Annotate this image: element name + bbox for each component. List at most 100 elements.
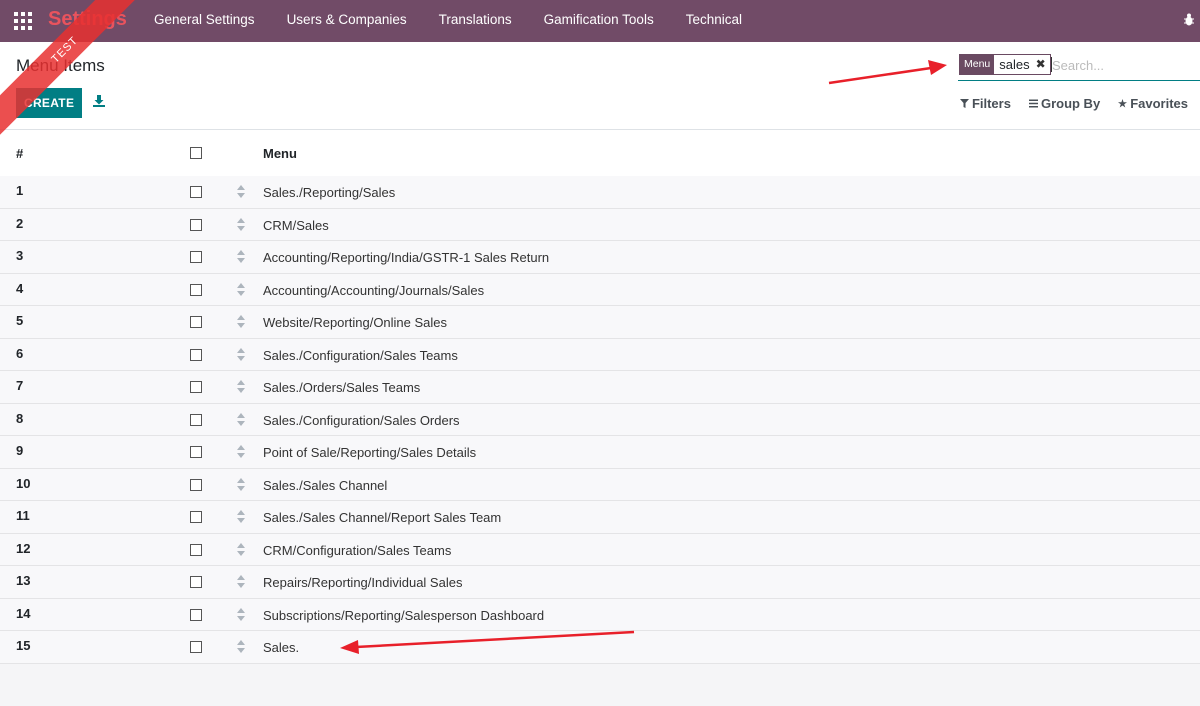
drag-handle-icon[interactable] [236, 575, 246, 588]
app-brand[interactable]: Settings [48, 8, 127, 31]
row-checkbox[interactable] [190, 478, 202, 491]
favorites-label: Favorites [1130, 96, 1188, 111]
row-sequence: 10 [16, 475, 31, 491]
table-row[interactable]: 5 Website/Reporting/Online Sales [0, 306, 1200, 339]
row-checkbox[interactable] [190, 283, 202, 296]
row-sequence: 2 [16, 215, 24, 231]
row-menu-path: Sales./Reporting/Sales [263, 185, 396, 200]
star-icon [1118, 99, 1128, 108]
row-checkbox-cell [190, 186, 202, 201]
main-menu: General Settings Users & Companies Trans… [138, 0, 758, 42]
bug-icon[interactable] [1184, 13, 1194, 27]
row-checkbox-cell [190, 608, 202, 624]
menu-general-settings[interactable]: General Settings [138, 0, 271, 42]
table-row[interactable]: 7 Sales./Orders/Sales Teams [0, 371, 1200, 404]
favorites-button[interactable]: Favorites [1118, 96, 1188, 111]
row-checkbox[interactable] [190, 381, 202, 393]
download-icon[interactable] [92, 94, 106, 108]
row-menu-path: Sales./Configuration/Sales Teams [263, 347, 458, 363]
row-checkbox[interactable] [190, 186, 202, 198]
row-menu-path: CRM/Configuration/Sales Teams [263, 542, 452, 558]
drag-handle-icon[interactable] [236, 250, 246, 263]
table-body: 1 Sales./Reporting/Sales 2 CRM/Sales 3 Accoun… [0, 176, 1200, 664]
row-checkbox[interactable] [190, 543, 202, 556]
row-sequence: 15 [16, 638, 31, 653]
table-row[interactable]: 12 CRM/Configuration/Sales Teams [0, 533, 1200, 566]
table-row[interactable]: 3 Accounting/Reporting/India/GSTR-1 Sales… [0, 241, 1200, 274]
menu-gamification-tools[interactable]: Gamification Tools [528, 0, 670, 42]
drag-handle-icon[interactable] [236, 217, 246, 231]
table-row[interactable]: 11 Sales./Sales Channel/Report Sales Team [0, 501, 1200, 534]
facet-remove-icon[interactable]: ✖ [1034, 55, 1050, 74]
list-icon [1028, 99, 1038, 108]
row-checkbox[interactable] [190, 576, 202, 588]
row-checkbox[interactable] [190, 348, 202, 361]
header-sequence[interactable]: # [16, 146, 23, 161]
drag-handle-icon[interactable] [236, 185, 246, 198]
apps-grid-icon[interactable] [14, 12, 32, 30]
table-row[interactable]: 6 Sales./Configuration/Sales Teams [0, 338, 1200, 371]
table-row[interactable]: 2 CRM/Sales [0, 208, 1200, 241]
row-menu-path: Point of Sale/Reporting/Sales Details [263, 445, 477, 460]
row-checkbox[interactable] [190, 413, 202, 426]
drag-handle-icon[interactable] [236, 640, 246, 653]
drag-handle-icon[interactable] [236, 542, 246, 556]
search-facet-label: Menu [960, 55, 995, 74]
row-checkbox[interactable] [190, 446, 202, 458]
menu-translations[interactable]: Translations [423, 0, 528, 42]
drag-handle-icon[interactable] [236, 347, 246, 361]
row-checkbox[interactable] [190, 218, 202, 231]
row-sequence: 8 [16, 410, 24, 426]
table-row[interactable]: 13 Repairs/Reporting/Individual Sales [0, 566, 1200, 599]
drag-handle-icon[interactable] [236, 477, 246, 491]
row-checkbox-cell [190, 576, 202, 591]
row-sequence: 14 [16, 605, 31, 621]
drag-handle-icon[interactable] [236, 510, 246, 523]
filters-button[interactable]: Filters [959, 96, 1011, 111]
row-menu-path: Sales./Orders/Sales Teams [263, 380, 421, 395]
row-checkbox[interactable] [190, 251, 202, 263]
row-menu-path: Sales. [263, 640, 300, 655]
select-all-checkbox[interactable] [190, 146, 202, 159]
row-checkbox[interactable] [190, 511, 202, 523]
table-row[interactable]: 4 Accounting/Accounting/Journals/Sales [0, 273, 1200, 306]
row-checkbox-cell [190, 316, 202, 331]
row-checkbox[interactable] [190, 316, 202, 328]
row-checkbox[interactable] [190, 608, 202, 621]
menu-users-companies[interactable]: Users & Companies [271, 0, 423, 42]
create-button[interactable]: CREATE [16, 88, 82, 118]
top-navbar: Settings General Settings Users & Compan… [0, 0, 1200, 42]
row-checkbox-cell [190, 511, 202, 526]
drag-handle-icon[interactable] [236, 380, 246, 393]
row-checkbox-cell [190, 381, 202, 396]
table-row[interactable]: 15 Sales. [0, 631, 1200, 664]
row-checkbox[interactable] [190, 641, 202, 653]
search-bar: Menu sales ✖ [958, 53, 1200, 81]
table-row[interactable]: 14 Subscriptions/Reporting/Salesperson Da… [0, 598, 1200, 631]
page-title: Menu Items [16, 56, 105, 75]
drag-handle-icon[interactable] [236, 412, 246, 426]
row-checkbox-cell [190, 641, 202, 656]
table-row[interactable]: 9 Point of Sale/Reporting/Sales Details [0, 436, 1200, 469]
group-by-button[interactable]: Group By [1028, 96, 1100, 111]
table-row[interactable]: 10 Sales./Sales Channel [0, 468, 1200, 501]
menu-technical[interactable]: Technical [670, 0, 758, 42]
header-menu[interactable]: Menu [263, 146, 297, 161]
row-menu-path: Accounting/Reporting/India/GSTR-1 Sales … [263, 250, 550, 265]
table-row[interactable]: 8 Sales./Configuration/Sales Orders [0, 403, 1200, 436]
row-menu-path: Sales./Sales Channel/Report Sales Team [263, 510, 502, 525]
drag-handle-icon[interactable] [236, 607, 246, 621]
drag-handle-icon[interactable] [236, 282, 246, 296]
row-sequence: 11 [16, 508, 30, 523]
search-options: Filters Group By Favorites [959, 96, 1188, 111]
drag-handle-icon[interactable] [236, 445, 246, 458]
row-menu-path: Sales./Sales Channel [263, 477, 388, 493]
row-menu-path: Accounting/Accounting/Journals/Sales [263, 282, 485, 298]
select-all-checkbox-cell [190, 145, 202, 162]
drag-handle-icon[interactable] [236, 315, 246, 328]
search-input[interactable] [1050, 55, 1198, 75]
row-checkbox-cell [190, 413, 202, 429]
table-row[interactable]: 1 Sales./Reporting/Sales [0, 176, 1200, 209]
row-checkbox-cell [190, 348, 202, 364]
filters-label: Filters [971, 96, 1011, 111]
